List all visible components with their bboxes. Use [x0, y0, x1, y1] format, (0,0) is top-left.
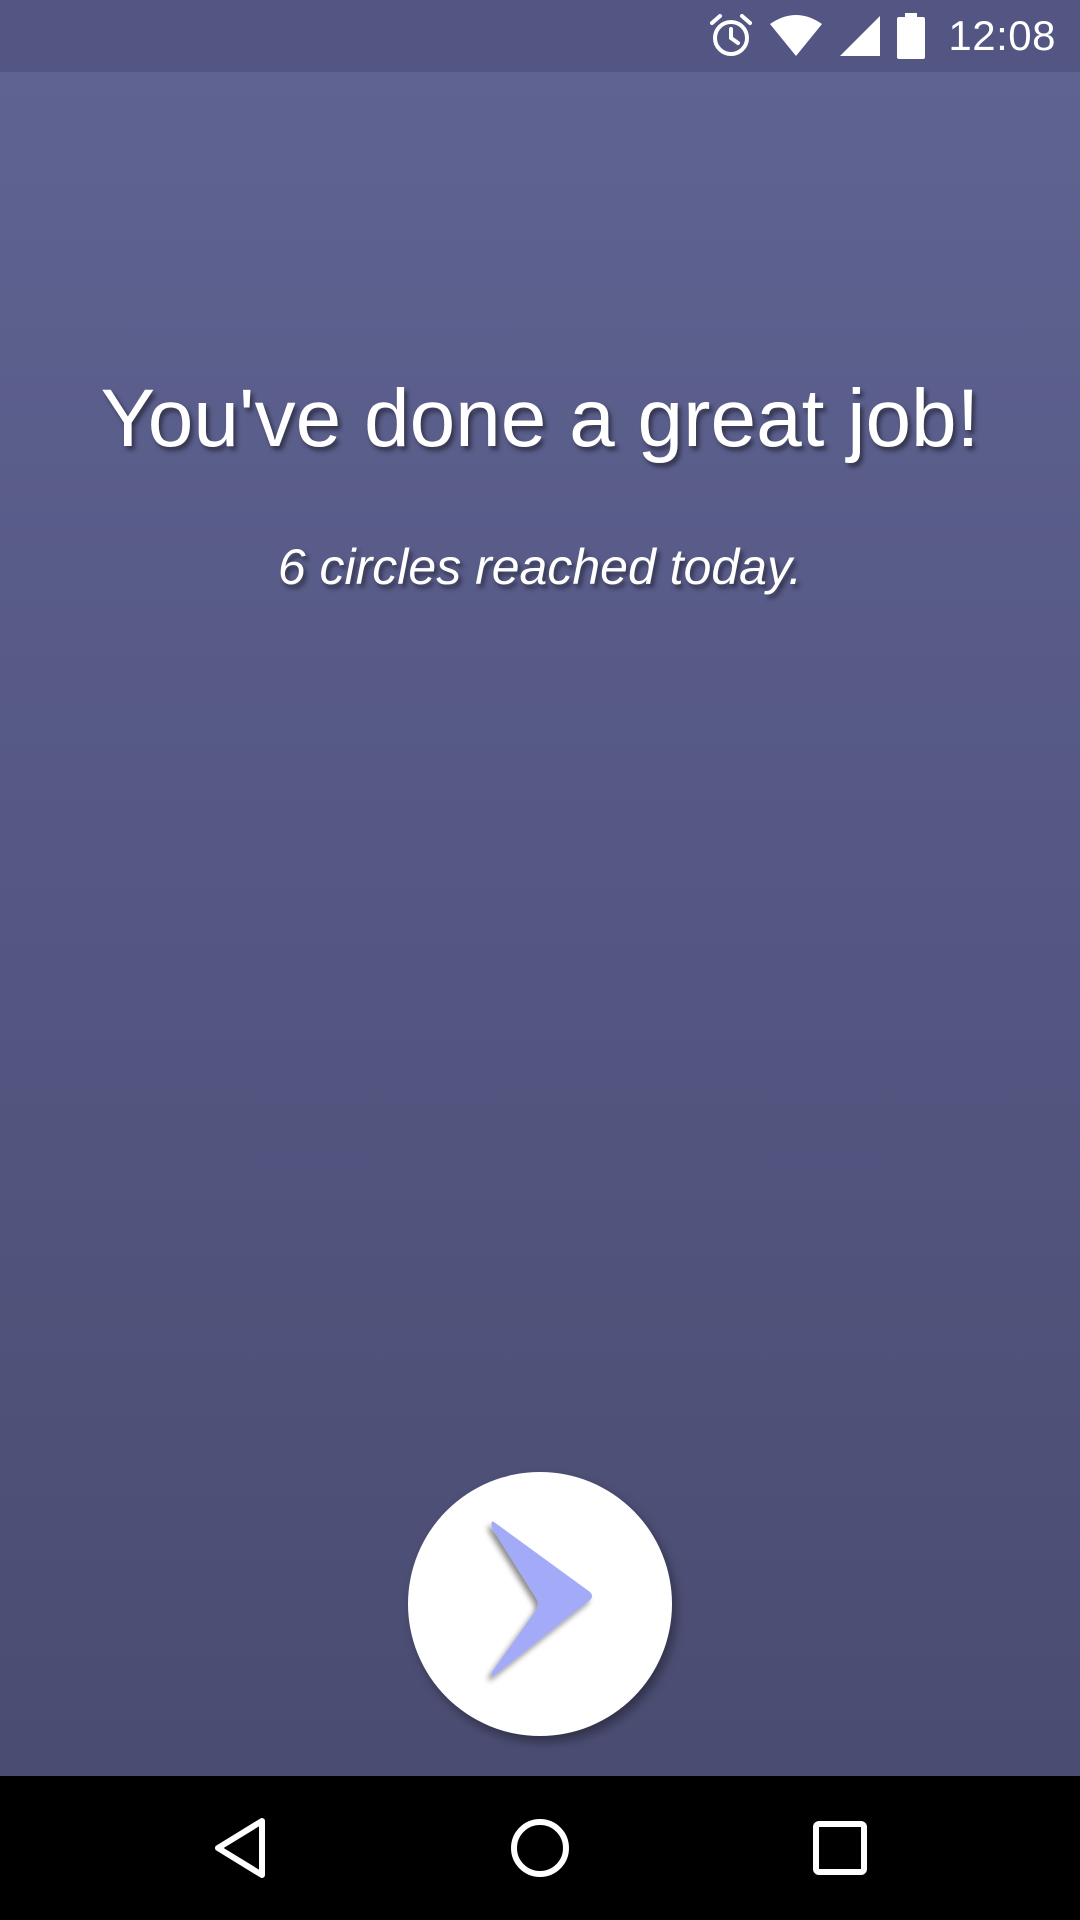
back-button[interactable]: [168, 1776, 312, 1920]
home-icon: [511, 1819, 569, 1877]
next-button[interactable]: [408, 1472, 672, 1736]
status-bar: 12:08: [0, 0, 1080, 72]
app-screen: 12:08 You've done a great job! 6 circles…: [0, 0, 1080, 1920]
chevron-right-icon: [491, 1521, 592, 1677]
recents-button[interactable]: [768, 1776, 912, 1920]
back-icon: [215, 1818, 265, 1878]
alarm-icon: [708, 0, 754, 72]
recents-icon: [813, 1821, 867, 1875]
status-time: 12:08: [948, 12, 1056, 59]
navigation-bar: [0, 1776, 1080, 1920]
battery-icon: [896, 0, 926, 72]
home-button[interactable]: [468, 1776, 612, 1920]
circles-reached-summary: 6 circles reached today.: [277, 539, 803, 595]
completion-panel: You've done a great job! 6 circles reach…: [0, 72, 1080, 1776]
wifi-icon: [768, 0, 824, 72]
cell-signal-icon: [838, 0, 882, 72]
headline: You've done a great job!: [100, 373, 980, 464]
